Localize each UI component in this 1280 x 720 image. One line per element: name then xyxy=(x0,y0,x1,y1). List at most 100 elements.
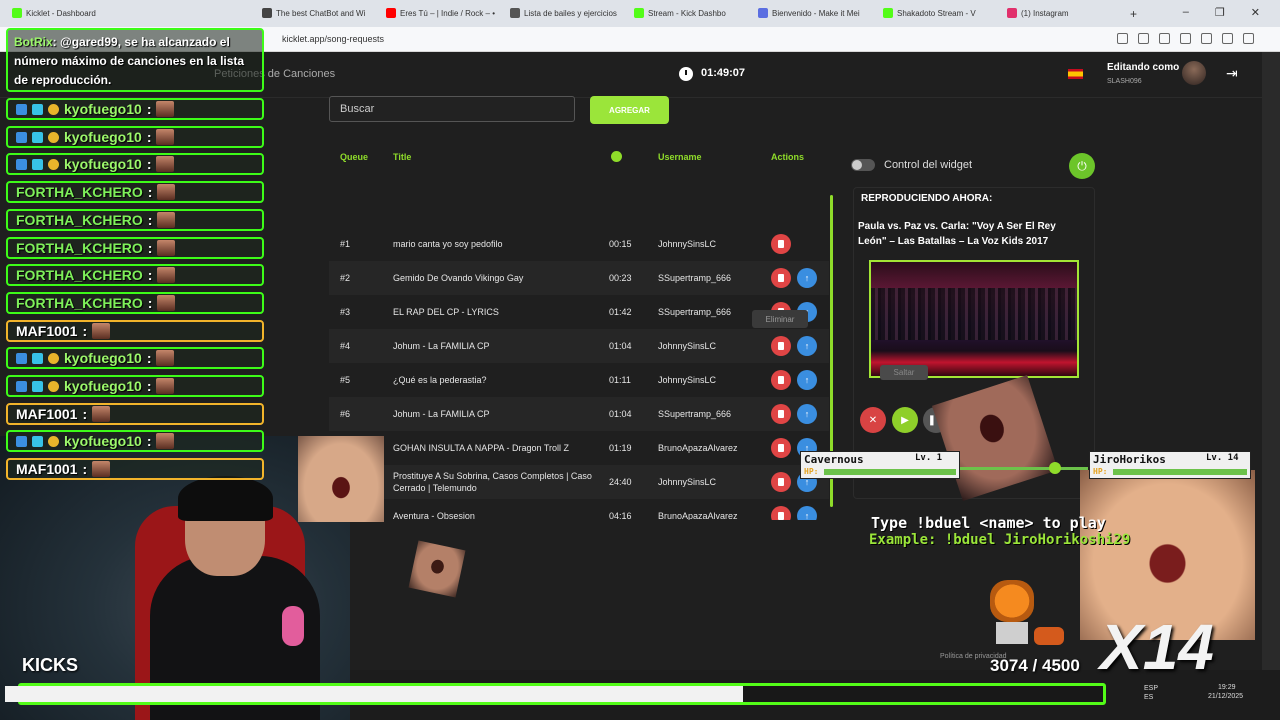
song-title: Johum - La FAMILIA CP xyxy=(393,341,490,351)
fighter-right-name: JiroHorikos xyxy=(1093,453,1166,466)
screen: Kicklet - Dashboard The best ChatBot and … xyxy=(0,0,1280,720)
queue-row[interactable]: #5 ¿Qué es la pederastia? 01:11 JohnnySinsL… xyxy=(329,363,829,397)
song-duration: 24:40 xyxy=(609,477,632,487)
widget-control-toggle[interactable] xyxy=(851,159,875,171)
browser-tab[interactable]: Bienvenido - Make it Mei xyxy=(758,4,870,22)
fighter-right-card: JiroHorikos Lv. 14 HP: xyxy=(1089,451,1251,479)
delete-song-button[interactable] xyxy=(771,234,791,254)
widget-control-label: Control del widget xyxy=(884,159,973,171)
menu-icon[interactable] xyxy=(1243,33,1254,44)
delete-song-button[interactable] xyxy=(771,506,791,520)
url-field[interactable]: kicklet.app/song-requests xyxy=(282,34,384,44)
requested-by: JohnnySinsLC xyxy=(658,375,717,385)
chat-username: MAF1001 xyxy=(16,323,78,339)
add-song-button[interactable]: AGREGAR xyxy=(590,96,669,124)
move-up-button[interactable]: ↑ xyxy=(797,370,817,390)
move-up-button[interactable]: ↑ xyxy=(797,506,817,520)
song-title: GOHAN INSULTA A NAPPA - Dragon Troll Z xyxy=(393,443,570,453)
extension-icon[interactable] xyxy=(1138,33,1149,44)
logout-icon[interactable]: ⇥ xyxy=(1226,65,1238,82)
close-window-button[interactable]: ✕ xyxy=(1251,6,1260,19)
queue-row[interactable]: #4 Johum - La FAMILIA CP 01:04 JohnnySinsLC… xyxy=(329,329,829,363)
chat-message: FORTHA_KCHERO: xyxy=(6,264,264,286)
gem-badge-icon xyxy=(32,158,43,170)
browser-tab[interactable]: Shakadoto Stream - V xyxy=(883,4,995,22)
chat-message: FORTHA_KCHERO: xyxy=(6,292,264,314)
browser-tab[interactable]: The best ChatBot and Wi xyxy=(262,4,374,22)
input-language[interactable]: ESP ES xyxy=(1144,684,1158,702)
tray-time[interactable]: 19:29 xyxy=(1218,684,1236,691)
chat-avatar xyxy=(156,101,175,117)
delete-song-button[interactable] xyxy=(771,404,791,424)
browser-tab[interactable]: Kicklet - Dashboard xyxy=(12,4,250,22)
song-duration: 01:42 xyxy=(609,307,632,317)
queue-row[interactable]: Prostituye A Su Sobrina, Casos Completos… xyxy=(329,465,829,499)
duel-connector xyxy=(960,467,1088,470)
page-scrollbar[interactable] xyxy=(1262,52,1280,670)
chat-username: MAF1001 xyxy=(16,406,78,422)
skip-button[interactable]: ▶ xyxy=(892,407,918,433)
delete-song-button[interactable] xyxy=(771,472,791,492)
move-up-button[interactable]: ↑ xyxy=(797,268,817,288)
song-title: Gemido De Ovando Vikingo Gay xyxy=(393,273,524,283)
share-icon[interactable] xyxy=(1117,33,1128,44)
new-tab-button[interactable]: + xyxy=(1130,5,1137,23)
tray-date[interactable]: 21/12/2025 xyxy=(1208,693,1243,700)
chat-message: FORTHA_KCHERO: xyxy=(6,237,264,259)
duel-example: Example: !bduel JiroHorikoshi29 xyxy=(869,532,1131,548)
fighter-left-hp-bar xyxy=(824,469,956,475)
chat-username: MAF1001 xyxy=(16,461,78,477)
reader-icon[interactable] xyxy=(1159,33,1170,44)
chat-avatar xyxy=(156,129,175,145)
queue-row[interactable]: GOHAN INSULTA A NAPPA - Dragon Troll Z 01… xyxy=(329,431,829,465)
move-up-button[interactable]: ↑ xyxy=(797,336,817,356)
queue-row[interactable]: #1 mario canta yo soy pedofilo 00:15 Johnny… xyxy=(329,227,829,261)
browser-tab[interactable]: (1) Instagram xyxy=(1007,4,1119,22)
browser-tab-label: Lista de bailes y ejercicios xyxy=(524,8,617,18)
delete-song-button[interactable] xyxy=(771,438,791,458)
browser-tab[interactable]: Lista de bailes y ejercicios xyxy=(510,4,622,22)
tab-favicon-icon xyxy=(510,8,520,18)
spain-flag-icon[interactable] xyxy=(1068,69,1083,79)
chat-username: kyofuego10 xyxy=(64,350,142,366)
song-title: Aventura - Obsesion xyxy=(393,511,475,520)
clock-icon xyxy=(679,67,693,81)
fighter-left-name: Cavernous xyxy=(804,453,864,466)
chat-username: kyofuego10 xyxy=(64,156,142,172)
bookmarks-icon[interactable] xyxy=(1201,33,1212,44)
chat-separator: : xyxy=(147,184,153,200)
maximize-button[interactable]: ❐ xyxy=(1215,6,1225,19)
reaction-face-image xyxy=(408,540,466,598)
queue-total-time: 01:49:07 xyxy=(701,67,746,79)
moderator-badge-icon xyxy=(16,131,27,143)
queue-row[interactable]: #6 Johum - La FAMILIA CP 01:04 SSupertramp_… xyxy=(329,397,829,431)
chat-username: FORTHA_KCHERO xyxy=(16,184,143,200)
delete-song-button[interactable] xyxy=(771,268,791,288)
queue-row[interactable]: #2 Gemido De Ovando Vikingo Gay 00:23 SSupe… xyxy=(329,261,829,295)
song-title: ¿Qué es la pederastia? xyxy=(393,375,487,385)
browser-tab-label: Stream - Kick Dashbo xyxy=(648,8,726,18)
chat-username: FORTHA_KCHERO xyxy=(16,240,143,256)
delete-song-button[interactable] xyxy=(771,336,791,356)
browser-tab[interactable]: Stream - Kick Dashbo xyxy=(634,4,746,22)
queue-row[interactable]: Aventura - Obsesion 04:16 BrunoApazaAlvare… xyxy=(329,499,829,520)
kicks-progress-fill xyxy=(5,686,743,702)
fighter-right-hp-label: HP: xyxy=(1093,467,1108,476)
stop-button[interactable]: ✕ xyxy=(860,407,886,433)
power-button[interactable]: ⏻ xyxy=(1069,153,1095,179)
search-input[interactable] xyxy=(329,96,575,122)
chat-message: FORTHA_KCHERO: xyxy=(6,181,264,203)
move-up-button[interactable]: ↑ xyxy=(797,404,817,424)
queue-position: #2 xyxy=(340,273,351,283)
chat-separator: : xyxy=(146,433,152,449)
coin-badge-icon xyxy=(48,435,59,447)
delete-song-button[interactable] xyxy=(771,370,791,390)
avatar[interactable] xyxy=(1182,61,1206,85)
gem-badge-icon xyxy=(32,435,43,447)
sidebar-icon[interactable] xyxy=(1222,33,1233,44)
minimize-button[interactable]: – xyxy=(1183,6,1189,19)
music-icon[interactable] xyxy=(1180,33,1191,44)
browser-tab[interactable]: Eres Tú – | Indie / Rock – • xyxy=(386,4,498,22)
chat-username: FORTHA_KCHERO xyxy=(16,212,143,228)
video-player[interactable] xyxy=(869,260,1079,378)
